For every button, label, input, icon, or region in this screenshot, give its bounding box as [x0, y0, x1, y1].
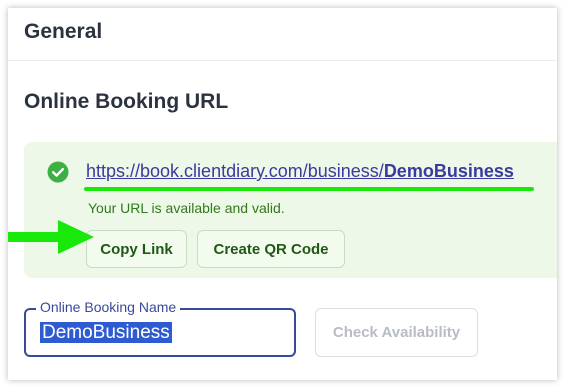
booking-url-heading: Online Booking URL — [24, 90, 229, 113]
url-status-text: Your URL is available and valid. — [88, 200, 285, 216]
check-availability-button[interactable]: Check Availability — [315, 308, 478, 357]
booking-name-label: Online Booking Name — [36, 299, 181, 315]
url-business-slug: DemoBusiness — [383, 161, 514, 181]
url-prefix: https://book.clientdiary.com/business/ — [86, 161, 384, 181]
section-title: General — [24, 20, 103, 43]
general-settings-card: General Online Booking URL https://book.… — [8, 8, 557, 380]
create-qr-code-button[interactable]: Create QR Code — [197, 230, 345, 268]
arrow-right-icon — [8, 220, 94, 254]
booking-name-value: DemoBusiness — [40, 322, 172, 343]
booking-url-link[interactable]: https://book.clientdiary.com/business/De… — [86, 161, 514, 182]
divider — [8, 60, 557, 61]
booking-name-input[interactable]: DemoBusiness — [40, 322, 280, 346]
url-highlight-underline — [84, 187, 534, 191]
booking-url-panel: https://book.clientdiary.com/business/De… — [24, 142, 557, 278]
check-circle-icon — [47, 161, 69, 183]
booking-name-field[interactable]: Online Booking Name DemoBusiness — [24, 299, 296, 357]
copy-link-button[interactable]: Copy Link — [86, 230, 187, 268]
